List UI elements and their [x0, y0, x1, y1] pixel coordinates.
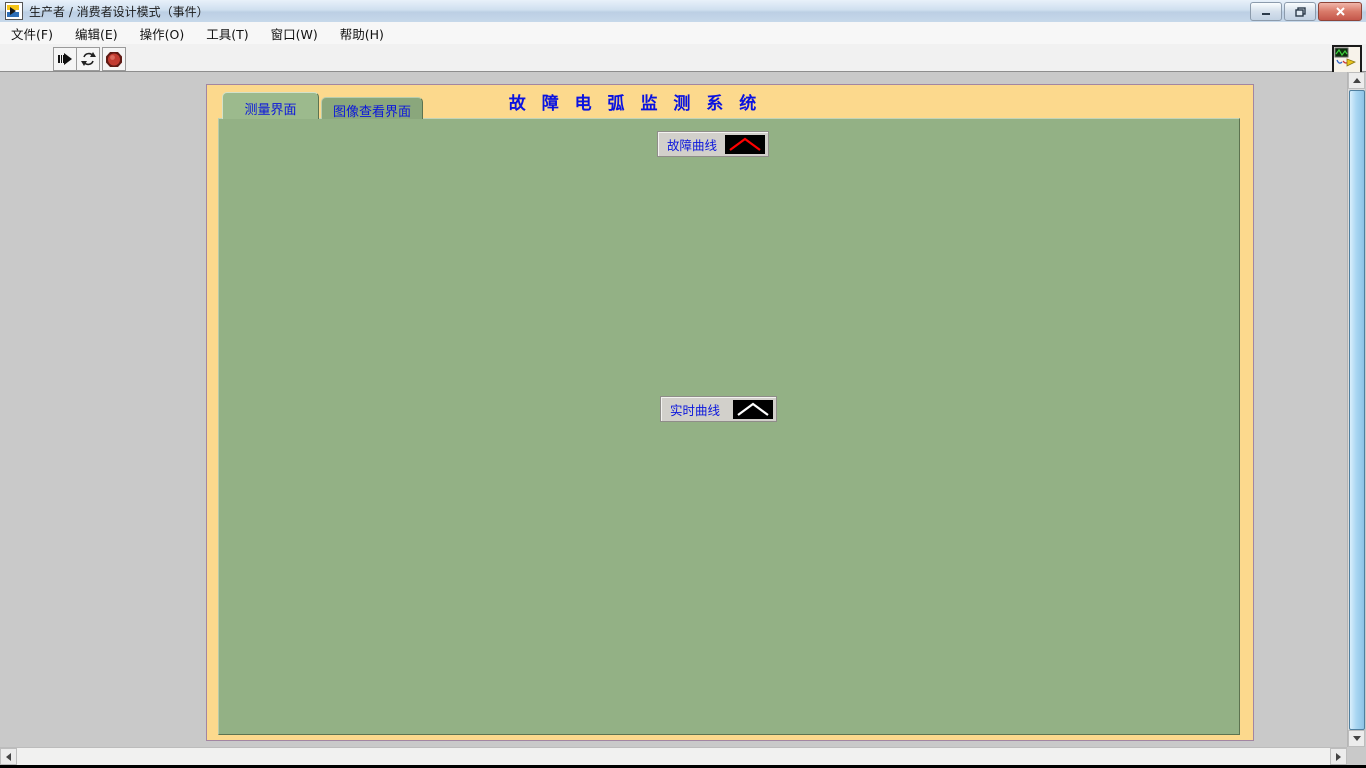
menu-edit[interactable]: 编辑(E) — [64, 21, 129, 46]
connector-pane-icon — [1332, 45, 1362, 75]
tab-measurement[interactable]: 测量界面 — [222, 92, 319, 119]
realtime-graph-legend[interactable]: 实时曲线 — [660, 396, 777, 422]
menu-operate[interactable]: 操作(O) — [129, 21, 196, 46]
close-button[interactable] — [1318, 2, 1362, 21]
run-continuous-icon — [80, 51, 97, 67]
realtime-legend-line-sample — [733, 400, 773, 419]
scroll-down-button[interactable] — [1348, 730, 1365, 747]
arrow-left-icon — [6, 753, 11, 761]
menu-tools[interactable]: 工具(T) — [195, 21, 259, 46]
menu-help[interactable]: 帮助(H) — [329, 21, 395, 46]
tab-image-view[interactable]: 图像查看界面 — [321, 97, 423, 119]
labview-app-icon — [5, 2, 23, 20]
toolbar — [0, 44, 1366, 72]
run-icon — [56, 51, 74, 67]
arrow-down-icon — [1353, 736, 1361, 741]
minimize-button[interactable] — [1250, 2, 1282, 21]
menu-window[interactable]: 窗口(W) — [260, 21, 329, 46]
fault-legend-text: 故障曲线 — [667, 135, 717, 154]
realtime-legend-text: 实时曲线 — [670, 400, 720, 419]
restore-button[interactable] — [1284, 2, 1316, 21]
run-continuous-button[interactable] — [76, 47, 100, 71]
labview-front-panel-window: 生产者 / 消费者设计模式（事件） 文件(F) 编辑(E) 操作(O) 工具(T… — [0, 0, 1366, 768]
scroll-left-button[interactable] — [0, 748, 17, 765]
abort-button[interactable] — [102, 47, 126, 71]
fault-graph-legend[interactable]: 故障曲线 — [657, 131, 769, 157]
vertical-scrollbar[interactable] — [1347, 72, 1365, 747]
window-title: 生产者 / 消费者设计模式（事件） — [29, 3, 209, 20]
horizontal-scrollbar[interactable] — [0, 747, 1347, 766]
system-title: 故 障 电 弧 监 测 系 统 — [455, 89, 815, 111]
run-button[interactable] — [53, 47, 77, 71]
menu-file[interactable]: 文件(F) — [0, 21, 64, 46]
fault-legend-line-sample — [725, 135, 765, 154]
arrow-right-icon — [1336, 753, 1341, 761]
vertical-scrollbar-thumb[interactable] — [1349, 90, 1365, 730]
scroll-up-button[interactable] — [1348, 72, 1365, 89]
abort-icon — [105, 51, 123, 68]
tab-page-measurement — [218, 118, 1240, 735]
menu-bar: 文件(F) 编辑(E) 操作(O) 工具(T) 窗口(W) 帮助(H) — [0, 22, 1366, 45]
scroll-right-button[interactable] — [1330, 748, 1347, 765]
arrow-up-icon — [1353, 78, 1361, 83]
